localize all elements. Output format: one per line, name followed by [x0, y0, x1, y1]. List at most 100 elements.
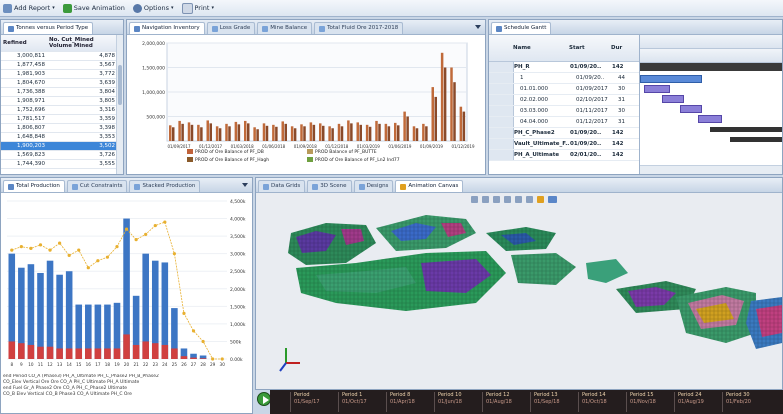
grid-row[interactable]: 1,744,390 3,555 [1, 159, 117, 169]
options-button[interactable]: Options ▾ [132, 3, 174, 13]
bar[interactable] [37, 346, 44, 359]
row-header[interactable] [489, 73, 514, 83]
timeline-period[interactable]: Period 14 01/Oct/18 [578, 392, 622, 412]
bar[interactable] [312, 124, 316, 141]
gantt-hscrollbar[interactable] [640, 165, 782, 174]
bar[interactable] [180, 356, 188, 359]
point[interactable] [201, 339, 205, 344]
timeline-period[interactable]: Period 15 01/Nov/18 [626, 392, 670, 412]
bar[interactable] [197, 124, 200, 141]
bar[interactable] [190, 357, 197, 359]
point[interactable] [29, 246, 33, 250]
bar[interactable] [18, 343, 25, 359]
point[interactable] [124, 227, 129, 231]
row-header[interactable] [489, 139, 514, 149]
row-header[interactable] [489, 150, 514, 160]
timeline-period[interactable]: Period 13 01/Sep/18 [530, 392, 574, 412]
tab-cut-constraints[interactable]: Cut Constraints [66, 180, 128, 192]
tab-mine-balance[interactable]: Mine Balance [257, 22, 313, 34]
add-report-button[interactable]: Add Report ▾ [3, 3, 55, 13]
tab-loss-grade[interactable]: Loss Grade [206, 22, 256, 34]
bar[interactable] [27, 344, 35, 359]
bar[interactable] [65, 348, 73, 359]
bar[interactable] [37, 272, 44, 359]
bar[interactable] [237, 124, 241, 141]
bar[interactable] [359, 124, 363, 141]
point[interactable] [77, 248, 81, 252]
tab-total-production[interactable]: Total Production [3, 180, 65, 192]
grid-row[interactable]: 1,981,903 3,772 [1, 69, 117, 79]
bar[interactable] [365, 124, 369, 141]
tab-designs[interactable]: Designs [353, 180, 394, 192]
save-animation-button[interactable]: Save Animation [62, 3, 125, 13]
timeline-period[interactable]: Period 30 01/Feb/20 [722, 392, 766, 412]
bar[interactable] [319, 123, 322, 141]
pit-block-cluster-8[interactable] [746, 297, 782, 349]
grid-row[interactable]: 1,908,971 3,805 [1, 96, 117, 106]
bar[interactable] [161, 344, 169, 359]
point[interactable] [86, 266, 90, 270]
point[interactable] [38, 243, 43, 247]
grid-row[interactable]: 1,752,696 3,316 [1, 105, 117, 115]
grid-row[interactable]: 3,000,811 4,878 [1, 51, 117, 61]
scrollbar-thumb[interactable] [118, 65, 122, 105]
bar[interactable] [394, 122, 397, 141]
bar[interactable] [171, 348, 178, 359]
tab-3d-scene[interactable]: 3D Scene [307, 180, 352, 192]
bar[interactable] [234, 121, 238, 141]
bar[interactable] [322, 125, 325, 141]
point[interactable] [105, 255, 110, 259]
gantt-bar-summary[interactable] [710, 127, 782, 132]
grid-row[interactable]: 1,804,670 3,639 [1, 78, 117, 88]
bar[interactable] [228, 126, 231, 141]
tab-total-fluid-ore[interactable]: Total Fluid Ore 2017-2018 [314, 22, 404, 34]
bar[interactable] [113, 348, 121, 359]
bar[interactable] [215, 126, 219, 141]
timeline-period[interactable]: Period 12 01/Aug/18 [482, 392, 526, 412]
bar[interactable] [123, 334, 130, 359]
bar[interactable] [178, 120, 181, 141]
bar[interactable] [265, 125, 269, 141]
bar[interactable] [462, 111, 466, 141]
bar[interactable] [172, 127, 175, 141]
row-header[interactable] [489, 106, 514, 116]
bar[interactable] [244, 120, 247, 141]
bar[interactable] [303, 126, 306, 141]
bar[interactable] [284, 123, 288, 141]
bar[interactable] [406, 116, 409, 142]
gantt-row[interactable]: PH_C_Phase2 01/09/20.. 142 [489, 128, 639, 139]
gantt-col-duration[interactable]: Dur [611, 45, 631, 51]
gantt-row[interactable]: 03.03.000 01/11/2017 30 [489, 106, 639, 117]
bar[interactable] [290, 126, 294, 141]
bar[interactable] [275, 126, 278, 141]
point[interactable] [10, 248, 14, 252]
point[interactable] [96, 259, 100, 263]
bar[interactable] [450, 67, 453, 142]
bar[interactable] [8, 341, 16, 359]
bar[interactable] [56, 348, 63, 359]
bar[interactable] [85, 348, 92, 359]
bar[interactable] [440, 52, 444, 141]
row-header[interactable] [489, 84, 514, 94]
panel-menu-icon[interactable] [242, 183, 248, 187]
point[interactable] [67, 253, 71, 258]
axis-gizmo[interactable] [279, 348, 300, 372]
bar[interactable] [403, 111, 406, 141]
grid-row[interactable]: 1,806,807 3,398 [1, 123, 117, 133]
tab-animation-canvas[interactable]: Animation Canvas [395, 180, 464, 192]
gantt-bar[interactable] [662, 95, 684, 103]
bar[interactable] [256, 129, 259, 141]
col-header-refined[interactable]: Refined [1, 35, 47, 52]
grid-row[interactable]: 1,648,848 3,353 [1, 132, 117, 142]
bar[interactable] [253, 127, 256, 141]
mine-pit-3d-view[interactable] [256, 193, 782, 389]
point[interactable] [48, 248, 52, 252]
bar[interactable] [161, 262, 169, 359]
bar[interactable] [350, 123, 353, 141]
gantt-row[interactable]: 01.01.000 01/09/2017 30 [489, 84, 639, 95]
point[interactable] [182, 311, 186, 315]
bar[interactable] [387, 126, 391, 141]
point[interactable] [134, 238, 138, 242]
bar[interactable] [187, 122, 191, 141]
timeline-period[interactable]: Period 1 01/Oct/17 [338, 392, 382, 412]
